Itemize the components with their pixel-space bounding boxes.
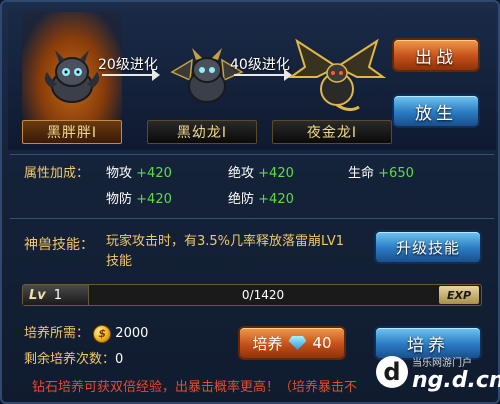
stage-3-name: 夜金龙Ⅰ: [272, 120, 392, 144]
training-remaining: 剩余培养次数：0: [24, 352, 124, 367]
stat-ult-def: 绝防 +420: [228, 192, 294, 207]
evolution-step-2-label: 40级进化: [230, 57, 290, 73]
arrow-right-icon: [234, 69, 292, 81]
young-dragon-icon: [152, 32, 262, 122]
stat-ult-atk: 绝攻 +420: [228, 166, 294, 181]
evolution-step-1-label: 20级进化: [98, 57, 158, 73]
stat-phys-atk: 物攻 +420: [106, 166, 172, 181]
gem-train-button[interactable]: 培养 40: [238, 326, 346, 360]
exp-tag: EXP: [439, 286, 479, 304]
logo-icon: d: [376, 356, 408, 388]
diamond-icon: [288, 336, 307, 350]
level-tag: Lv: [29, 287, 46, 303]
level-box: Lv 1: [23, 285, 89, 305]
upgrade-skill-button[interactable]: 升级技能: [374, 230, 482, 264]
evolution-stage-3[interactable]: [282, 32, 392, 122]
xp-text: 0/1420: [241, 288, 285, 302]
footer-note: 钻石培养可获双倍经验，出暴击概率更高！（培养暴击不: [32, 380, 358, 395]
evolution-stage-2[interactable]: [152, 32, 262, 122]
watermark: d 当乐网游门户 ng.d.cn: [372, 350, 500, 402]
gold-coin-icon: $: [93, 324, 112, 343]
arrow-right-icon: [102, 69, 160, 81]
skill-title: 神兽技能：: [24, 237, 94, 253]
experience-bar: Lv 1 0/1420 EXP: [22, 284, 482, 306]
skill-description: 玩家攻击时，有3.5%几率释放落雷崩LV1技能: [106, 234, 345, 269]
attributes-title: 属性加成：: [24, 166, 90, 181]
stat-life: 生命 +650: [348, 166, 414, 181]
golden-dragon-icon: [282, 32, 392, 122]
stage-2-name: 黑幼龙Ⅰ: [147, 120, 257, 144]
stat-phys-def: 物防 +420: [106, 192, 172, 207]
divider: [10, 154, 494, 155]
stage-1-name: 黑胖胖Ⅰ: [22, 120, 122, 144]
release-button[interactable]: 放生: [392, 94, 480, 128]
level-value: 1: [53, 287, 63, 303]
training-cost: 培养所需： $ 2000: [24, 324, 149, 343]
deploy-button[interactable]: 出战: [392, 38, 480, 72]
pet-panel: 黑胖胖Ⅰ 20级进化 黑幼龙Ⅰ 40级进化 夜金龙Ⅰ 出战 放生 属性加成： 物…: [0, 0, 500, 404]
divider: [10, 218, 494, 219]
